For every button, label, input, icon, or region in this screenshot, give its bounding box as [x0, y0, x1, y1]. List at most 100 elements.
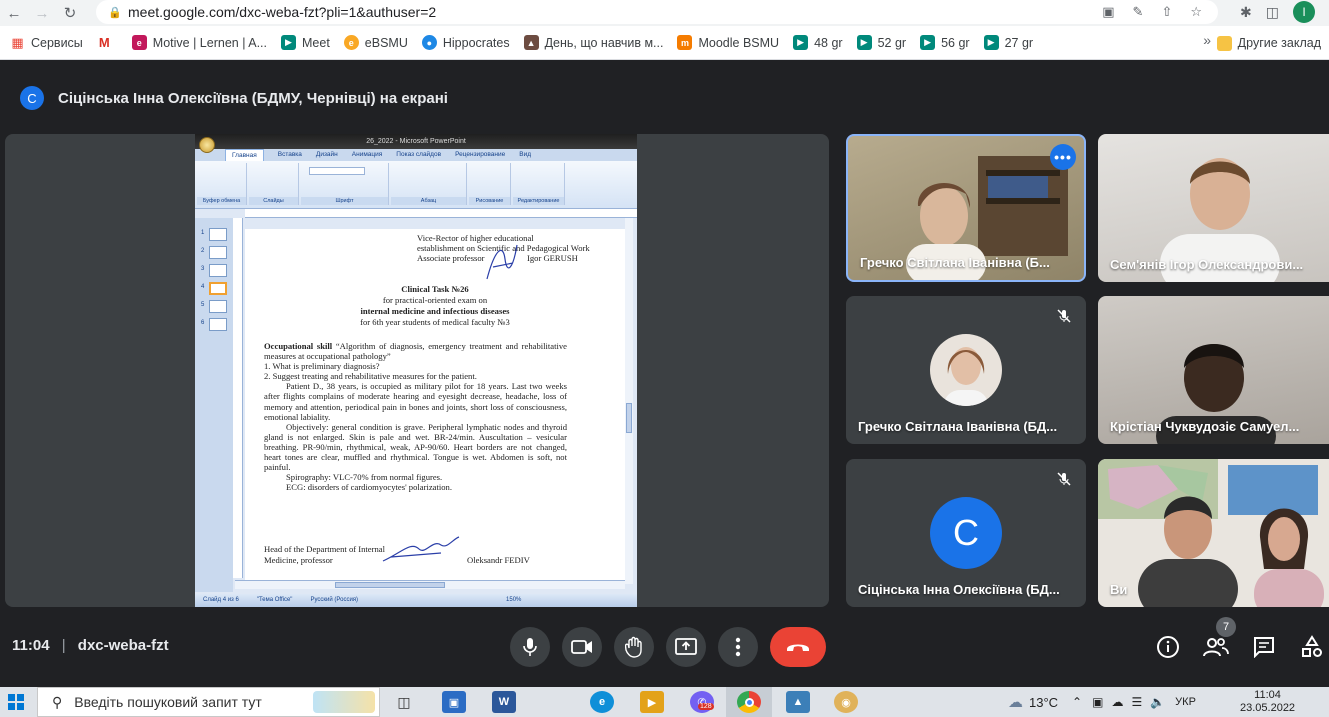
participant-tile[interactable]: Гречко Світлана Іванівна (БД... [846, 296, 1086, 444]
task-subtitle: for 6th year students of medical faculty… [360, 317, 510, 327]
taskbar-search[interactable]: ⚲ Введіть пошуковий запит тут [37, 687, 380, 717]
bookmark-hippocrates[interactable]: ● Hippocrates [416, 29, 518, 57]
bookmark-day[interactable]: ▲ День, що навчив м... [518, 29, 672, 57]
motive-icon: e [131, 35, 147, 50]
bookmark-motive[interactable]: e Motive | Lernen | A... [126, 29, 275, 57]
footer-line: Head of the Department of Internal [264, 544, 385, 554]
chat-button[interactable] [1250, 633, 1278, 661]
address-bar[interactable]: 🔒 meet.google.com/dxc-weba-fzt?pli=1&aut… [96, 0, 1218, 24]
reload-icon[interactable]: ↻ [56, 0, 84, 26]
scroll-thumb[interactable] [335, 582, 445, 588]
search-placeholder: Введіть пошуковий запит тут [74, 694, 262, 710]
profile-avatar[interactable]: I [1293, 1, 1315, 23]
presentation-stage[interactable]: 26_2022 - Microsoft PowerPoint Главная В… [5, 134, 829, 607]
word-icon[interactable]: W [492, 691, 516, 713]
tray-overflow-icon[interactable]: ⌃ [1072, 695, 1082, 709]
more-vert-icon [735, 637, 741, 657]
keyboard-language[interactable]: УКР [1175, 696, 1196, 708]
more-options-button[interactable] [718, 627, 758, 667]
camera-blocked-icon[interactable]: ▣ [1102, 4, 1114, 20]
participant-tile[interactable]: Крістіан Чуквудозіє Самуел... [1098, 296, 1329, 444]
zoom-level: 150% [506, 597, 522, 603]
leave-call-button[interactable] [770, 627, 826, 667]
raise-hand-button[interactable] [614, 627, 654, 667]
presenter-avatar: С [20, 86, 44, 110]
bookmark-27gr[interactable]: ▶ 27 gr [978, 29, 1042, 57]
participant-avatar: С [930, 497, 1002, 569]
taskbar-clock[interactable]: 11:04 23.05.2022 [1240, 689, 1295, 715]
vertical-scrollbar[interactable] [625, 218, 633, 584]
meet-icon: ▶ [920, 35, 936, 50]
ebsmu-icon: e [343, 35, 359, 50]
paint-icon[interactable]: ◉ [834, 691, 858, 713]
bookmark-label: Hippocrates [442, 35, 510, 50]
more-options-icon[interactable]: ••• [1050, 144, 1076, 170]
bookmark-48gr[interactable]: ▶ 48 gr [787, 29, 851, 57]
participants-button[interactable] [1202, 633, 1230, 661]
slide-thumbnail [209, 228, 227, 241]
back-icon[interactable]: ← [0, 0, 28, 26]
slide-number: 1 [201, 230, 205, 236]
chrome-icon[interactable] [737, 691, 761, 713]
horizontal-scrollbar[interactable] [235, 580, 625, 589]
activities-button[interactable] [1298, 633, 1326, 661]
bookmark-label: Сервисы [31, 35, 83, 50]
participant-tile[interactable]: ••• Гречко Світлана Іванівна (Б... [846, 134, 1086, 282]
viber-badge: 128 [698, 703, 714, 710]
share-icon[interactable]: ⇧ [1161, 4, 1172, 20]
bookmark-52gr[interactable]: ▶ 52 gr [851, 29, 915, 57]
volume-icon[interactable]: 🔈 [1150, 695, 1165, 709]
meet-icon: ▶ [983, 35, 999, 50]
footer-line: Medicine, professor [264, 555, 333, 565]
camera-button[interactable] [562, 627, 602, 667]
translate-icon[interactable]: ✎ [1133, 4, 1144, 20]
network-icon[interactable]: ▣ [1092, 695, 1103, 709]
bookmark-56gr[interactable]: ▶ 56 gr [914, 29, 978, 57]
info-icon [1157, 636, 1179, 658]
bookmark-moodle[interactable]: m Moodle BSMU [671, 29, 787, 57]
participant-name: Гречко Світлана Іванівна (Б... [860, 255, 1050, 270]
bookmark-ebsmu[interactable]: e eBSMU [338, 29, 416, 57]
meeting-code: dxc-weba-fzt [77, 637, 169, 654]
participant-tile[interactable]: С Сіцінська Інна Олексіївна (БД... [846, 459, 1086, 607]
bookmark-label: 52 gr [877, 35, 907, 50]
language-indicator: Русский (Россия) [310, 597, 359, 603]
present-screen-button[interactable] [666, 627, 706, 667]
ppt-titlebar: 26_2022 - Microsoft PowerPoint [195, 134, 637, 153]
url-text[interactable]: meet.google.com/dxc-weba-fzt?pli=1&authu… [128, 4, 436, 20]
font-box-icon [309, 167, 365, 175]
search-highlight-icon [313, 691, 375, 713]
bookmark-gmail[interactable]: M [91, 29, 126, 57]
media-icon[interactable]: ▶ [640, 691, 664, 713]
bookmark-services[interactable]: ▦ Сервисы [4, 29, 91, 57]
edge-icon[interactable]: e [590, 691, 614, 713]
office-button-icon [199, 137, 215, 153]
meeting-details-button[interactable] [1154, 633, 1182, 661]
bookmarks-bar: ▦ Сервисы M e Motive | Lernen | A... ▶ M… [0, 26, 1329, 60]
bookmark-star-icon[interactable]: ☆ [1190, 4, 1202, 20]
windows-start-icon[interactable] [8, 694, 24, 710]
participant-tile-self[interactable]: Ви [1098, 459, 1329, 607]
wifi-icon[interactable]: ☰ [1131, 695, 1142, 709]
microphone-button[interactable] [510, 627, 550, 667]
theme-indicator: "Тема Office" [256, 597, 293, 603]
cloud-icon: ☁ [1008, 694, 1023, 711]
participant-name: Гречко Світлана Іванівна (БД... [858, 419, 1058, 434]
camera-icon [571, 640, 592, 654]
onedrive-icon[interactable]: ☁ [1111, 695, 1123, 709]
muted-mic-icon [1057, 309, 1071, 323]
bookmark-meet[interactable]: ▶ Meet [275, 29, 338, 57]
slides-pane: 1 2 3 4 5 6 [195, 218, 233, 592]
forward-icon[interactable]: → [28, 0, 56, 26]
scroll-thumb[interactable] [626, 403, 632, 433]
meet-icon: ▶ [281, 35, 296, 50]
extensions-icon[interactable]: ✱ [1240, 4, 1252, 21]
store-icon[interactable]: ▣ [442, 691, 466, 713]
search-icon: ⚲ [52, 693, 63, 710]
bookmark-label: Moodle BSMU [698, 35, 780, 50]
task-view-icon[interactable]: ◫ [392, 691, 416, 713]
other-bookmarks[interactable]: Другие заклад [1211, 29, 1329, 57]
participant-tile[interactable]: Сем'янів Ігор Олександрови... [1098, 134, 1329, 282]
photos-icon[interactable]: ▲ [786, 691, 810, 713]
side-panel-icon[interactable]: ◫ [1266, 4, 1279, 21]
